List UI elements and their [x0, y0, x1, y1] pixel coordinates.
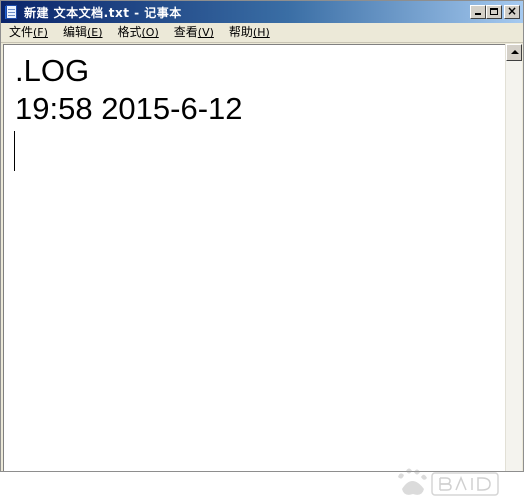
- menu-view[interactable]: 查看(V): [166, 23, 221, 42]
- title-bar[interactable]: 新建 文本文档.txt - 记事本 ×: [1, 1, 523, 23]
- text-caret: [14, 131, 15, 171]
- close-button[interactable]: ×: [504, 4, 520, 19]
- scroll-up-button[interactable]: [506, 44, 522, 61]
- menu-help[interactable]: 帮助(H): [221, 23, 277, 42]
- menu-file[interactable]: 文件(F): [1, 23, 55, 42]
- editor-line-2: 19:58 2015-6-12: [15, 91, 243, 126]
- scroll-up-arrow-icon: [511, 50, 519, 54]
- maximize-button[interactable]: [486, 5, 502, 19]
- menu-edit[interactable]: 编辑(E): [55, 23, 110, 42]
- window-title: 新建 文本文档.txt - 记事本: [24, 5, 182, 20]
- notepad-icon[interactable]: [5, 4, 19, 20]
- window-controls: ×: [470, 4, 520, 19]
- minimize-icon: [475, 13, 481, 15]
- maximize-icon: [490, 8, 498, 15]
- menu-format[interactable]: 格式(O): [110, 23, 166, 42]
- baidu-watermark: [398, 468, 499, 496]
- notepad-window: 新建 文本文档.txt - 记事本 × 文件(F) 编辑(E) 格式(O) 查看…: [0, 0, 524, 496]
- close-icon: ×: [506, 4, 518, 18]
- vertical-scrollbar[interactable]: [505, 44, 522, 471]
- menu-bar: 文件(F) 编辑(E) 格式(O) 查看(V) 帮助(H): [1, 23, 523, 43]
- minimize-button[interactable]: [470, 5, 486, 19]
- editor-line-1: .LOG: [15, 53, 90, 88]
- text-editor[interactable]: .LOG 19:58 2015-6-12: [3, 44, 505, 496]
